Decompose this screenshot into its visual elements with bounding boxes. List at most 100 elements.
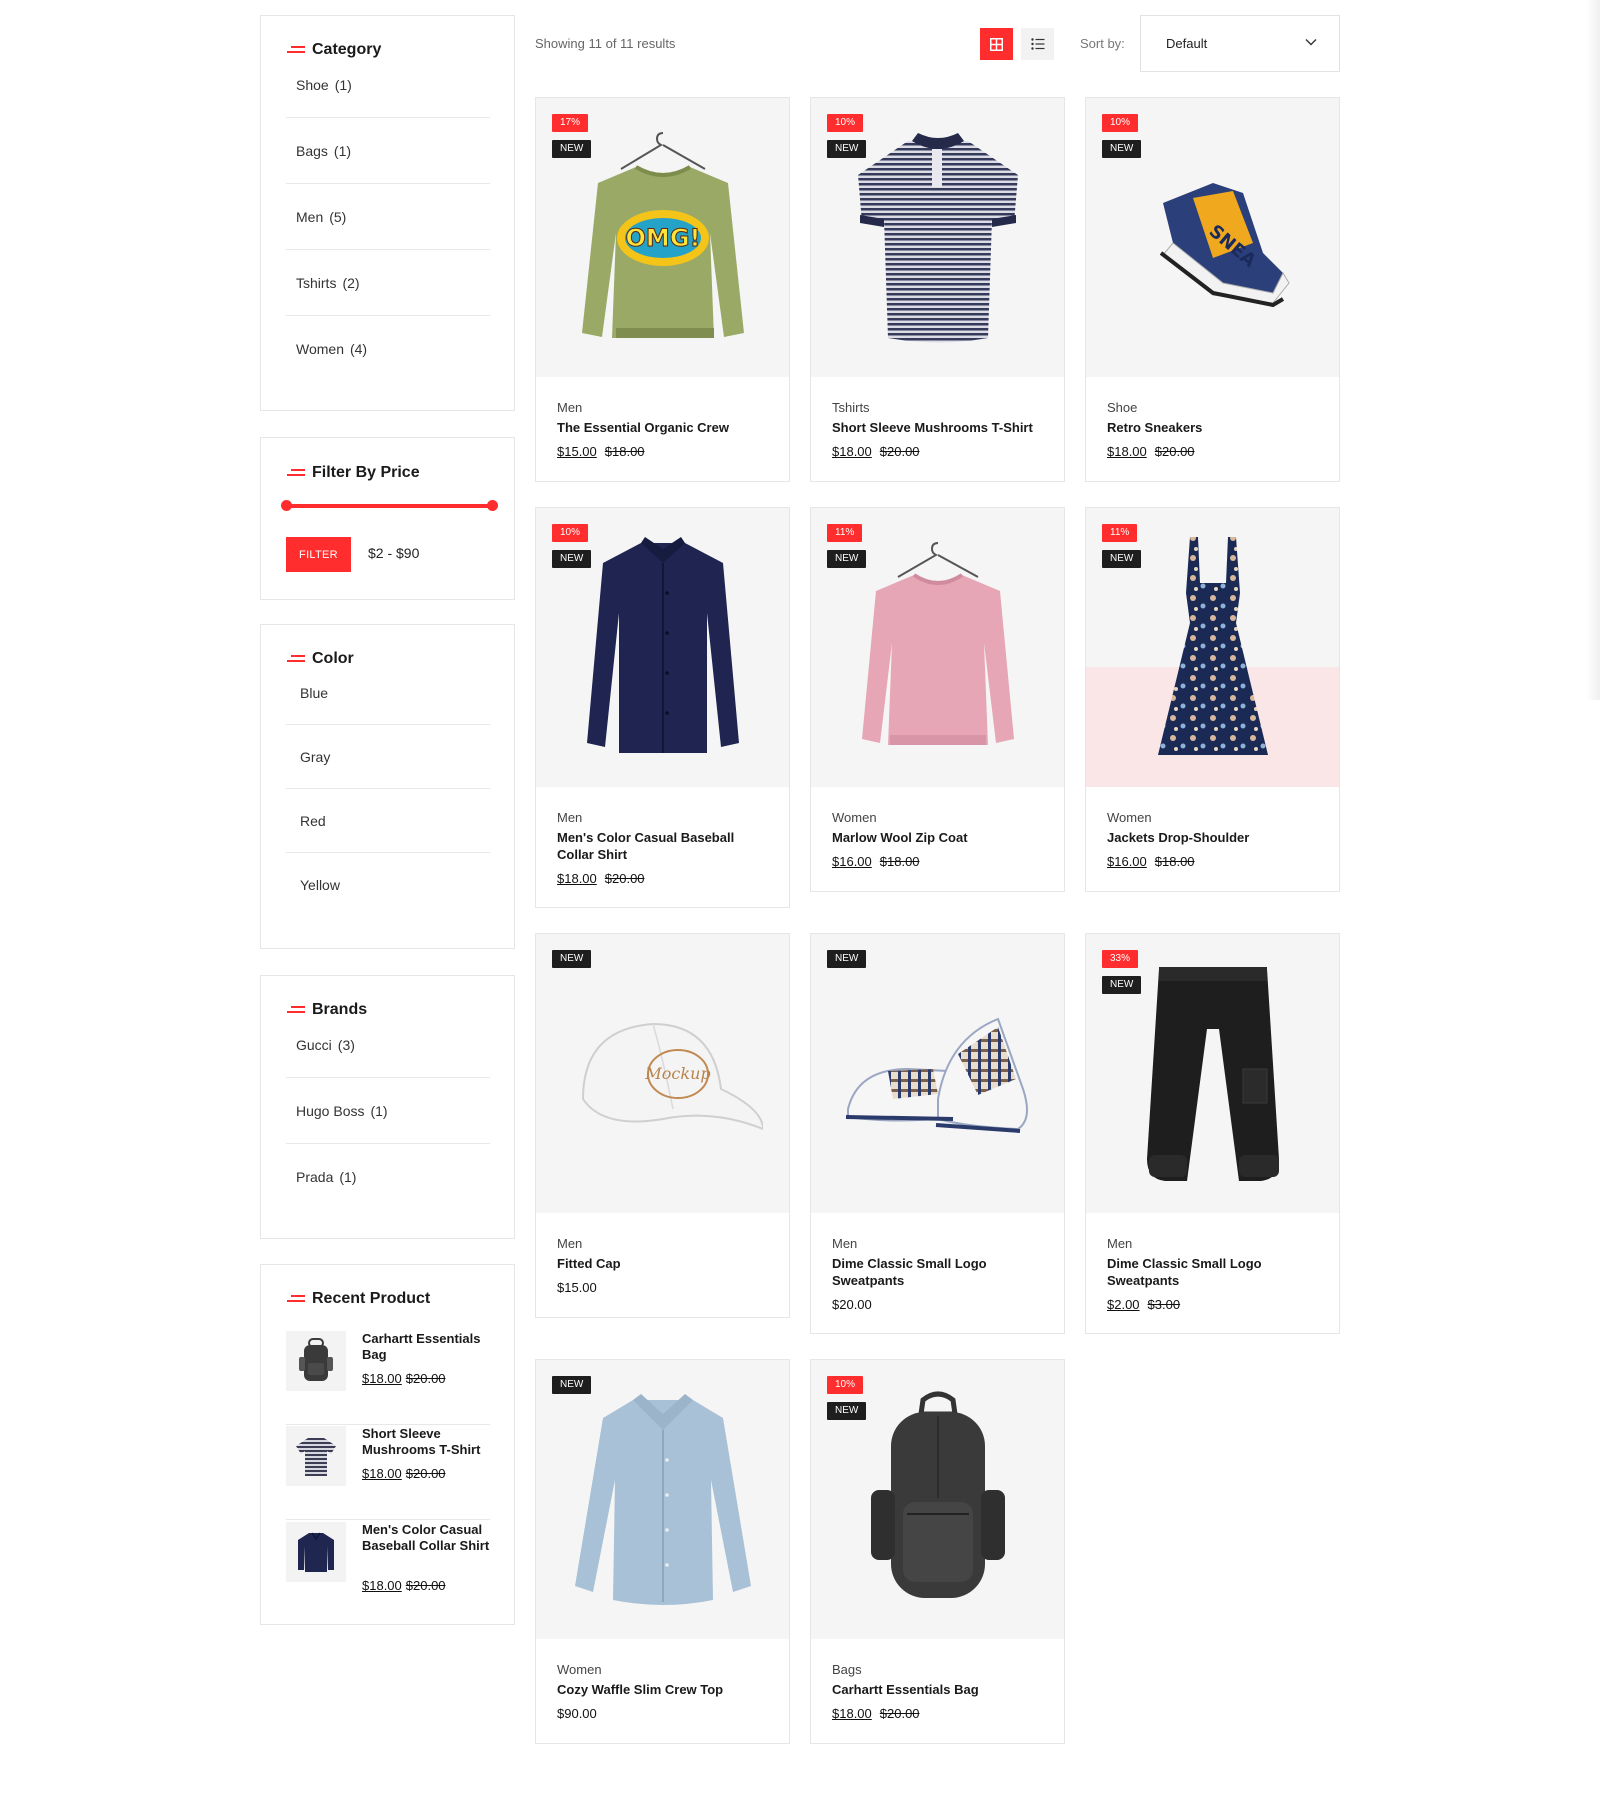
category-item-women[interactable]: Women (4) [286, 316, 490, 382]
product-category[interactable]: Women [557, 1662, 602, 1677]
brands-widget: Brands Gucci (3) Hugo Boss (1) Prada (1) [260, 975, 515, 1239]
product-price: $18.00 $20.00 [1107, 444, 1195, 459]
product-name[interactable]: Dime Classic Small Logo Sweatpants [832, 1255, 1047, 1289]
svg-text:Mockup: Mockup [644, 1064, 710, 1083]
category-item-shoe[interactable]: Shoe (1) [286, 52, 490, 118]
brand-item-prada[interactable]: Prada (1) [286, 1144, 490, 1210]
list-view-button[interactable] [1021, 28, 1054, 60]
shirt-icon [286, 1522, 346, 1582]
product-price: $16.00 $18.00 [1107, 854, 1195, 869]
product-name[interactable]: Retro Sneakers [1107, 419, 1322, 436]
product-name[interactable]: The Essential Organic Crew [557, 419, 772, 436]
price-slider-min-handle[interactable] [280, 500, 292, 511]
recent-products-widget: Recent Product Carhartt Essentials Bag $… [260, 1264, 515, 1625]
product-card[interactable]: OMG! 17% NEW Men The Essential Organic C… [535, 97, 790, 482]
recent-product-item[interactable]: Carhartt Essentials Bag $18.00 $20.00 [286, 1331, 490, 1425]
brand-item-hugo-boss[interactable]: Hugo Boss (1) [286, 1078, 490, 1144]
product-price: $15.00 $18.00 [557, 444, 645, 459]
product-card[interactable]: 11% NEW Women Marlow Wool Zip Coat $16.0… [810, 507, 1065, 892]
product-name[interactable]: Men's Color Casual Baseball Collar Shirt [557, 829, 772, 863]
color-item-yellow[interactable]: Yellow [286, 853, 490, 917]
product-category[interactable]: Men [557, 1236, 582, 1251]
new-badge: NEW [1102, 976, 1142, 994]
sale-badge: 11% [827, 524, 863, 542]
list-icon [1030, 38, 1044, 50]
sale-badge: 17% [552, 114, 589, 132]
product-price: $18.00 $20.00 [832, 1706, 920, 1721]
pants-icon [1146, 966, 1279, 1181]
product-category[interactable]: Bags [832, 1662, 862, 1677]
product-card[interactable]: 10% NEW Tshirts Short Sleeve Mushrooms T… [810, 97, 1065, 482]
price-slider-track[interactable] [286, 504, 492, 508]
product-card[interactable]: 10% NEW Bags Carhartt Essentials Bag $18… [810, 1359, 1065, 1744]
product-card[interactable]: Mockup NEW Men Fitted Cap $15.00 [535, 933, 790, 1318]
product-card[interactable]: 11% NEW Women Jackets Drop-Shoulder $16.… [1085, 507, 1340, 892]
product-price: $18.00 $20.00 [832, 444, 920, 459]
product-card[interactable]: NEW Women Cozy Waffle Slim Crew Top $90.… [535, 1359, 790, 1744]
product-price: $20.00 [832, 1297, 872, 1312]
product-category[interactable]: Women [1107, 810, 1152, 825]
product-name[interactable]: Dime Classic Small Logo Sweatpants [1107, 1255, 1322, 1289]
product-name[interactable]: Jackets Drop-Shoulder [1107, 829, 1322, 846]
filter-button[interactable]: FILTER [286, 537, 351, 572]
product-category[interactable]: Tshirts [832, 400, 870, 415]
product-category[interactable]: Shoe [1107, 400, 1137, 415]
product-category[interactable]: Men [557, 810, 582, 825]
sort-label: Sort by: [1080, 36, 1125, 51]
recent-product-name[interactable]: Men's Color Casual Baseball Collar Shirt [362, 1522, 494, 1554]
new-badge: NEW [1102, 140, 1142, 158]
sale-badge: 10% [827, 1376, 864, 1394]
backpack-icon [286, 1331, 346, 1391]
category-item-bags[interactable]: Bags (1) [286, 118, 490, 184]
recent-product-price: $18.00 $20.00 [362, 1371, 446, 1386]
category-item-tshirts[interactable]: Tshirts (2) [286, 250, 490, 316]
product-name[interactable]: Carhartt Essentials Bag [832, 1681, 1047, 1698]
product-category[interactable]: Men [557, 400, 582, 415]
color-item-red[interactable]: Red [286, 789, 490, 853]
grid-view-button[interactable] [980, 28, 1013, 60]
brand-item-gucci[interactable]: Gucci (3) [286, 1012, 490, 1078]
product-name[interactable]: Marlow Wool Zip Coat [832, 829, 1047, 846]
price-range-text: $2 - $90 [368, 545, 420, 561]
category-item-men[interactable]: Men (5) [286, 184, 490, 250]
product-name[interactable]: Fitted Cap [557, 1255, 772, 1272]
product-card[interactable]: SNEA 10% NEW Shoe Retro Sneakers $18.00 $… [1085, 97, 1340, 482]
product-card[interactable]: NEW Men Dime Classic Small Logo Sweatpan… [810, 933, 1065, 1334]
new-badge: NEW [827, 140, 867, 158]
product-name[interactable]: Short Sleeve Mushrooms T-Shirt [832, 419, 1047, 436]
sneaker-icon: SNEA [1159, 182, 1290, 307]
new-badge: NEW [552, 1376, 592, 1394]
sale-badge: 33% [1102, 950, 1139, 968]
product-card[interactable]: 33% NEW Men Dime Classic Small Logo Swea… [1085, 933, 1340, 1334]
sort-select[interactable]: Default [1140, 15, 1340, 72]
new-badge: NEW [827, 1402, 867, 1420]
product-category[interactable]: Women [832, 810, 877, 825]
product-category[interactable]: Men [832, 1236, 857, 1251]
new-badge: NEW [1102, 550, 1142, 568]
product-image[interactable] [811, 934, 1064, 1213]
svg-text:OMG!: OMG! [625, 224, 700, 252]
product-category[interactable]: Men [1107, 1236, 1132, 1251]
sale-badge: 10% [827, 114, 864, 132]
recent-product-name[interactable]: Short Sleeve Mushrooms T-Shirt [362, 1426, 494, 1458]
product-price: $16.00 $18.00 [832, 854, 920, 869]
backpack-icon [870, 1391, 1005, 1598]
color-item-blue[interactable]: Blue [286, 661, 490, 725]
striped-tshirt-icon [286, 1426, 346, 1486]
new-badge: NEW [552, 140, 592, 158]
recent-product-name[interactable]: Carhartt Essentials Bag [362, 1331, 494, 1363]
title-dash-icon [287, 468, 305, 478]
recent-product-item[interactable]: Short Sleeve Mushrooms T-Shirt $18.00 $20… [286, 1426, 490, 1520]
recent-product-price: $18.00 $20.00 [362, 1466, 446, 1481]
new-badge: NEW [827, 550, 867, 568]
sale-badge: 10% [552, 524, 589, 542]
product-card[interactable]: 10% NEW Men Men's Color Casual Baseball … [535, 507, 790, 908]
product-name[interactable]: Cozy Waffle Slim Crew Top [557, 1681, 772, 1698]
sale-badge: 10% [1102, 114, 1139, 132]
product-price: $90.00 [557, 1706, 597, 1721]
price-slider-max-handle[interactable] [486, 500, 498, 511]
product-image[interactable] [536, 1360, 789, 1639]
product-image[interactable]: Mockup [536, 934, 789, 1213]
color-item-gray[interactable]: Gray [286, 725, 490, 789]
recent-product-item[interactable]: Men's Color Casual Baseball Collar Shirt… [286, 1522, 490, 1616]
